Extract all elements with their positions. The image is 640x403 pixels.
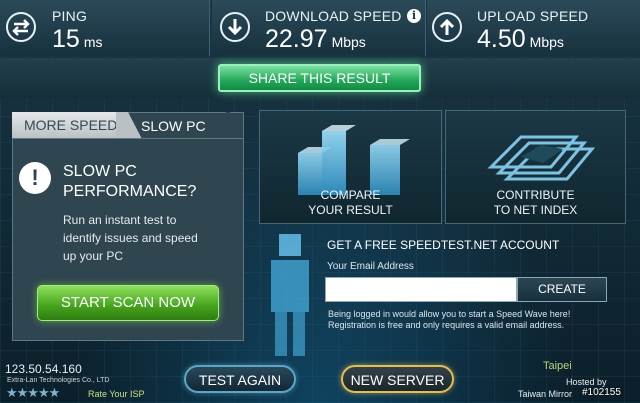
download-unit: Mbps [331,34,366,50]
account-note: Being logged in would allow you to start… [328,309,628,331]
tab-divider [116,112,142,139]
upload-value-group: 4.50 Mbps [477,25,564,54]
compare-line2: YOUR RESULT [308,203,393,217]
panel-description: Run an instant test to identify issues a… [63,211,235,265]
email-field[interactable] [325,277,517,302]
isp-name: Extra-Lan Technologies Co., LTD [7,377,110,384]
contribute-line2: TO NET INDEX [493,203,578,217]
ping-value-group: 15 ms [52,25,102,54]
email-label: Your Email Address [327,261,414,272]
download-value-group: 22.97 Mbps [265,25,366,54]
panel-desc-line3: up your PC [63,249,124,263]
new-server-button[interactable]: NEW SERVER [341,365,454,393]
upload-stat: UPLOAD SPEED 4.50 Mbps [427,0,640,56]
image-watermark: #102155 [582,387,621,398]
exchange-arrows-icon [6,12,36,42]
alert-icon: ! [19,162,51,194]
download-arrow-icon [220,12,250,42]
host-name: Taiwan Mirror [518,389,573,399]
upload-value: 4.50 [477,25,526,53]
contribute-line1: CONTRIBUTE [496,188,575,202]
start-scan-button[interactable]: START SCAN NOW [37,285,219,321]
download-label: DOWNLOAD SPEED [265,8,402,24]
panel-desc-line2: identify issues and speed [63,231,198,245]
net-index-icon [487,135,596,181]
download-value: 22.97 [265,25,328,53]
person-figure-icon [271,234,309,356]
ping-unit: ms [83,34,103,50]
bar-graphic-icon [298,125,410,195]
upload-arrow-icon [432,12,462,42]
panel-desc-line1: Run an instant test to [63,213,177,227]
panel-title-line2: PERFORMANCE? [63,183,197,200]
compare-card[interactable]: COMPARE YOUR RESULT [259,110,442,224]
panel-title-line1: SLOW PC [63,163,137,180]
account-note-line2: Registration is free and only requires a… [328,320,565,330]
panel-title: SLOW PC PERFORMANCE? [63,162,233,202]
ip-address: 123.50.54.160 [5,362,82,376]
rate-isp-link[interactable]: Rate Your ISP [88,389,145,399]
info-icon[interactable]: i [407,9,421,23]
test-again-button[interactable]: TEST AGAIN [184,365,296,393]
contribute-card[interactable]: CONTRIBUTE TO NET INDEX [445,110,626,224]
upload-label: UPLOAD SPEED [477,8,589,24]
compare-label: COMPARE YOUR RESULT [260,188,441,218]
tab-corner [226,112,244,139]
rating-stars[interactable]: ★★★★★ [6,385,60,401]
account-title: GET A FREE SPEEDTEST.NET ACCOUNT [327,238,560,252]
ping-value: 15 [52,25,80,53]
share-result-button[interactable]: SHARE THIS RESULT [218,64,421,92]
ping-stat: PING 15 ms [0,0,210,56]
download-stat: DOWNLOAD SPEED i 22.97 Mbps [212,0,426,56]
upload-unit: Mbps [529,34,564,50]
compare-line1: COMPARE [320,188,381,202]
server-location: Taipei [543,360,572,372]
contribute-label: CONTRIBUTE TO NET INDEX [446,188,625,218]
create-button[interactable]: CREATE [517,277,607,302]
tab-more-speed[interactable]: MORE SPEED [12,112,128,139]
account-note-line1: Being logged in would allow you to start… [328,309,571,319]
hosted-by-label: Hosted by [566,377,607,387]
ping-label: PING [52,8,88,24]
